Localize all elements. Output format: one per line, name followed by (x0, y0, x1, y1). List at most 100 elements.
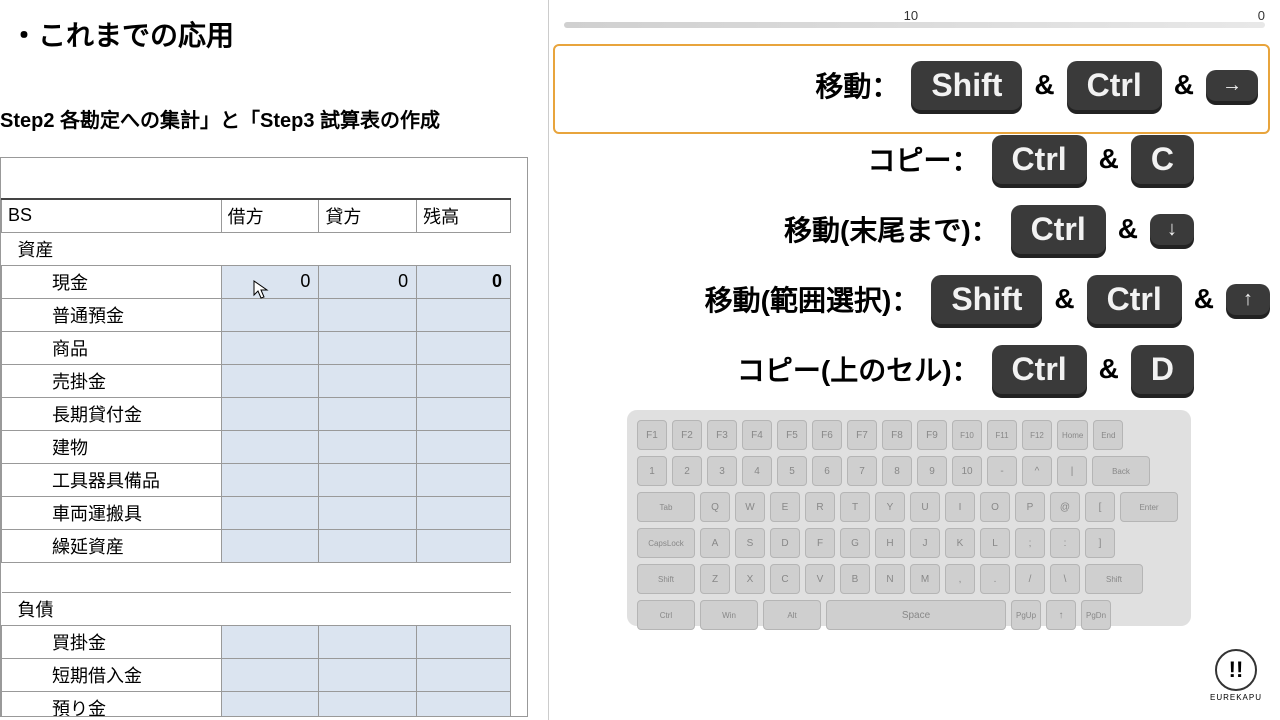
kb-key: Q (700, 492, 730, 522)
kb-key: 10 (952, 456, 982, 486)
page-title: ・これまでの応用 (0, 0, 548, 64)
bs-header-row: BS 借方 貸方 残高 (2, 199, 511, 232)
shortcut-row-copy: コピー： Ctrl & C (559, 128, 1270, 190)
kb-key: Ctrl (637, 600, 695, 630)
arrow-right-key: → (1206, 70, 1258, 101)
kb-key: ↑ (1046, 600, 1076, 630)
kb-key: - (987, 456, 1017, 486)
shift-key: Shift (911, 61, 1022, 110)
kb-key: I (945, 492, 975, 522)
kb-key: F11 (987, 420, 1017, 450)
kb-key: Z (700, 564, 730, 594)
kb-key: F5 (777, 420, 807, 450)
kb-key: E (770, 492, 800, 522)
kb-key: C (770, 564, 800, 594)
kb-key: 7 (847, 456, 877, 486)
right-pane: 10 0 移動： Shift & Ctrl & → コピー： Ctrl & C … (548, 0, 1280, 720)
ctrl-key: Ctrl (1011, 205, 1106, 254)
table-row[interactable]: 車両運搬具 (2, 496, 511, 529)
kb-key: \ (1050, 564, 1080, 594)
kb-key: X (735, 564, 765, 594)
table-row[interactable]: 買掛金 (2, 625, 511, 658)
table-row[interactable]: 繰延資産 (2, 529, 511, 562)
kb-key: 1 (637, 456, 667, 486)
kb-key: K (945, 528, 975, 558)
bs-label: BS (2, 199, 222, 232)
shortcut-row-move-end: 移動(末尾まで)： Ctrl & ↓ (559, 198, 1270, 260)
shift-key: Shift (931, 275, 1042, 324)
kb-key: F12 (1022, 420, 1052, 450)
left-pane: ・これまでの応用 Step2 各勘定への集計」と「Step3 試算表の作成 BS… (0, 0, 548, 720)
kb-key: Y (875, 492, 905, 522)
ctrl-key: Ctrl (992, 345, 1087, 394)
kb-key: H (875, 528, 905, 558)
col-credit: 貸方 (319, 199, 417, 232)
kb-key: 3 (707, 456, 737, 486)
col-balance: 残高 (417, 199, 511, 232)
kb-key: S (735, 528, 765, 558)
shortcut-list: コピー： Ctrl & C 移動(末尾まで)： Ctrl & ↓ 移動(範囲選択… (559, 128, 1270, 408)
kb-key: PgDn (1081, 600, 1111, 630)
table-row[interactable]: 売掛金 (2, 364, 511, 397)
kb-key: @ (1050, 492, 1080, 522)
kb-key: | (1057, 456, 1087, 486)
kb-key: R (805, 492, 835, 522)
gap-row (2, 562, 511, 592)
table-row[interactable]: 商品 (2, 331, 511, 364)
kb-key: Shift (1085, 564, 1143, 594)
kb-key: W (735, 492, 765, 522)
ctrl-key: Ctrl (1087, 275, 1182, 324)
kb-key: PgUp (1011, 600, 1041, 630)
shortcut-highlight-box: 移動： Shift & Ctrl & → (553, 44, 1270, 134)
section-liabilities: 負債 (2, 592, 511, 625)
kb-key: N (875, 564, 905, 594)
kb-key: U (910, 492, 940, 522)
table-row[interactable]: 現金 0 0 0 (2, 265, 511, 298)
ruler-labels: 10 0 (564, 8, 1265, 22)
kb-key: 4 (742, 456, 772, 486)
bs-table: BS 借方 貸方 残高 資産 現金 0 0 0 普通預金 商品 売掛金 長期貸付… (1, 198, 511, 717)
ctrl-key: Ctrl (992, 135, 1087, 184)
kb-key: F (805, 528, 835, 558)
brand-logo: !! EUREKAPU (1210, 649, 1262, 702)
kb-key: F3 (707, 420, 737, 450)
kb-key: F7 (847, 420, 877, 450)
kb-key: A (700, 528, 730, 558)
kb-key: CapsLock (637, 528, 695, 558)
table-row[interactable]: 預り金 (2, 691, 511, 717)
arrow-down-key: ↓ (1150, 214, 1194, 245)
logo-circle-icon: !! (1215, 649, 1257, 691)
arrow-up-key: ↑ (1226, 284, 1270, 315)
table-row[interactable]: 長期貸付金 (2, 397, 511, 430)
kb-key: ] (1085, 528, 1115, 558)
kb-key: 9 (917, 456, 947, 486)
kb-key: : (1050, 528, 1080, 558)
kb-key: F4 (742, 420, 772, 450)
section-assets: 資産 (2, 232, 511, 265)
kb-key: / (1015, 564, 1045, 594)
page-subtitle: Step2 各勘定への集計」と「Step3 試算表の作成 (0, 64, 548, 143)
table-row[interactable]: 普通預金 (2, 298, 511, 331)
kb-key: ^ (1022, 456, 1052, 486)
kb-key: Shift (637, 564, 695, 594)
kb-key: J (910, 528, 940, 558)
table-row[interactable]: 短期借入金 (2, 658, 511, 691)
kb-key: V (805, 564, 835, 594)
kb-key: F8 (882, 420, 912, 450)
keyboard-graphic: F1F2F3F4F5F6F7F8F9F10F11F12HomeEnd123456… (627, 410, 1191, 626)
c-key: C (1131, 135, 1194, 184)
kb-key: [ (1085, 492, 1115, 522)
d-key: D (1131, 345, 1194, 394)
kb-key: F6 (812, 420, 842, 450)
kb-key: 2 (672, 456, 702, 486)
table-row[interactable]: 工具器具備品 (2, 463, 511, 496)
kb-key: 5 (777, 456, 807, 486)
kb-key: 8 (882, 456, 912, 486)
kb-key: End (1093, 420, 1123, 450)
ruler-bar (564, 22, 1265, 28)
kb-key: Tab (637, 492, 695, 522)
kb-key: O (980, 492, 1010, 522)
table-row[interactable]: 建物 (2, 430, 511, 463)
kb-key: F10 (952, 420, 982, 450)
ctrl-key: Ctrl (1067, 61, 1162, 110)
